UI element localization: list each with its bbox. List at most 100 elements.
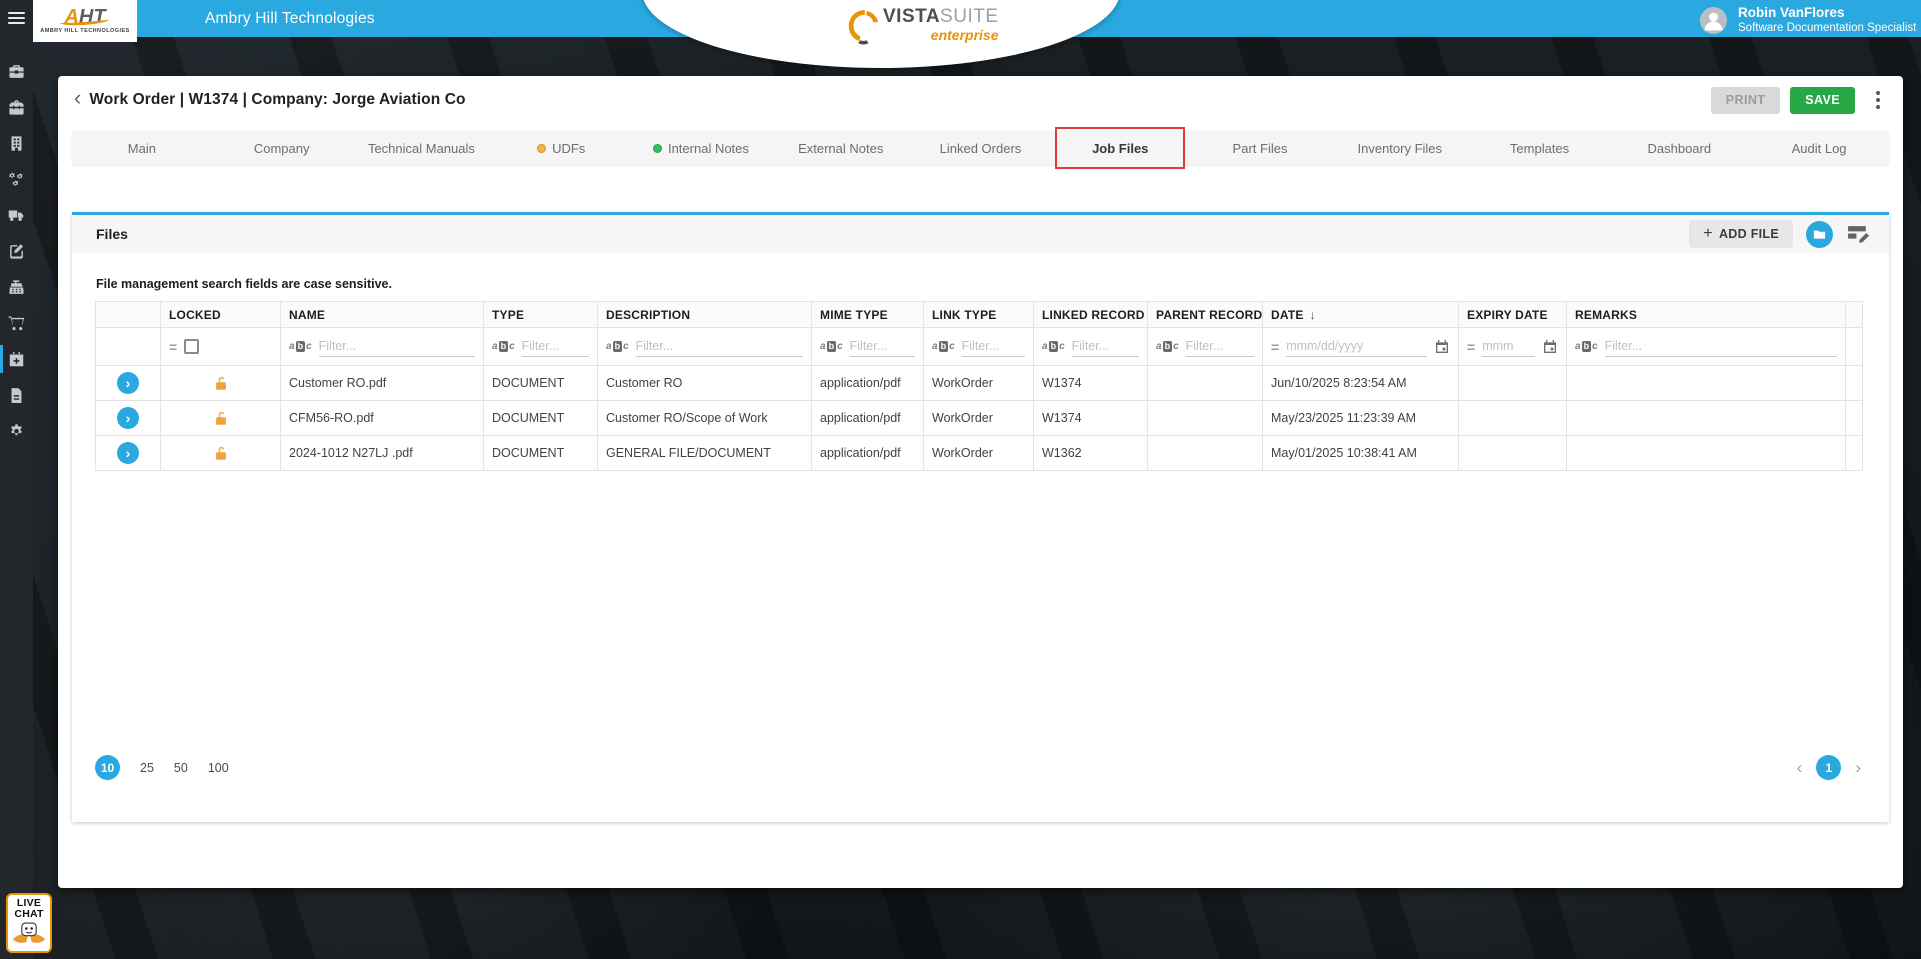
match-case-icon[interactable]: abc — [606, 341, 629, 352]
link-type-filter-input[interactable] — [962, 337, 1025, 357]
sidebar-item-briefcase[interactable] — [0, 53, 33, 89]
next-page-icon[interactable]: › — [1855, 755, 1861, 780]
save-button[interactable]: SAVE — [1790, 87, 1855, 114]
col-remarks[interactable]: REMARKS — [1567, 302, 1846, 328]
tab-main[interactable]: Main — [72, 131, 212, 165]
mime-type-filter-input[interactable] — [850, 337, 915, 357]
tab-technical-manuals[interactable]: Technical Manuals — [352, 131, 492, 165]
sidebar-item-cogs[interactable] — [0, 161, 33, 197]
back-chevron-icon[interactable]: ‹ — [72, 88, 89, 112]
user-role: Software Documentation Specialist — [1738, 21, 1916, 35]
sidebar-item-toolbox[interactable] — [0, 89, 33, 125]
col-type[interactable]: TYPE — [484, 302, 598, 328]
sidebar-item-edit-note[interactable] — [0, 233, 33, 269]
tab-job-files[interactable]: Job Files — [1050, 131, 1190, 165]
grid-filter-row: = abc abc abc abc abc abc abc = = abc — [96, 328, 1863, 366]
tab-audit-log[interactable]: Audit Log — [1749, 131, 1889, 165]
remarks-filter-input[interactable] — [1605, 337, 1837, 357]
col-parent-record[interactable]: PARENT RECORD — [1148, 302, 1263, 328]
col-expiry-date[interactable]: EXPIRY DATE — [1459, 302, 1567, 328]
equals-operator-icon[interactable]: = — [169, 339, 177, 355]
truck-icon — [8, 207, 25, 224]
unlocked-padlock-icon[interactable] — [212, 374, 230, 392]
sidebar-item-cash-register[interactable] — [0, 269, 33, 305]
locked-filter-checkbox[interactable] — [184, 339, 199, 354]
expiry-date-filter-input[interactable] — [1482, 337, 1535, 357]
current-page[interactable]: 1 — [1816, 755, 1841, 780]
col-description[interactable]: DESCRIPTION — [598, 302, 812, 328]
unlocked-padlock-icon[interactable] — [212, 409, 230, 427]
files-section-title: Files — [96, 226, 128, 242]
grid-header-row: LOCKED NAME TYPE DESCRIPTION MIME TYPE L… — [96, 302, 1863, 328]
shopping-cart-icon — [8, 315, 25, 332]
page-size-100[interactable]: 100 — [208, 761, 229, 775]
type-filter-input[interactable] — [522, 337, 589, 357]
folder-view-button[interactable] — [1806, 221, 1833, 248]
calendar-picker-icon[interactable] — [1542, 339, 1558, 355]
col-locked[interactable]: LOCKED — [161, 302, 281, 328]
unlocked-padlock-icon[interactable] — [212, 444, 230, 462]
sidebar-item-building[interactable] — [0, 125, 33, 161]
tab-external-notes[interactable]: External Notes — [771, 131, 911, 165]
tab-udfs[interactable]: UDFs — [491, 131, 631, 165]
sidebar-item-document[interactable] — [0, 377, 33, 413]
sidebar-item-calendar-plus[interactable] — [0, 341, 33, 377]
match-case-icon[interactable]: abc — [1042, 341, 1065, 352]
match-case-icon[interactable]: abc — [1156, 341, 1179, 352]
equals-operator-icon[interactable]: = — [1467, 339, 1475, 355]
tab-templates[interactable]: Templates — [1470, 131, 1610, 165]
expand-row-button[interactable]: › — [117, 407, 139, 429]
prev-page-icon[interactable]: ‹ — [1797, 755, 1803, 780]
page-size-25[interactable]: 25 — [140, 761, 154, 775]
folder-icon — [1812, 227, 1827, 242]
description-filter-input[interactable] — [636, 337, 803, 357]
page-size-selector: 10 25 50 100 — [95, 755, 229, 780]
cogs-icon — [8, 171, 25, 188]
user-avatar-icon — [1700, 7, 1727, 34]
parent-record-filter-input[interactable] — [1186, 337, 1254, 357]
enterprise-wordmark: enterprise — [931, 27, 999, 43]
page-size-10[interactable]: 10 — [95, 755, 120, 780]
match-case-icon[interactable]: abc — [289, 341, 312, 352]
name-filter-input[interactable] — [319, 337, 475, 357]
col-link-type[interactable]: LINK TYPE — [924, 302, 1034, 328]
match-case-icon[interactable]: abc — [932, 341, 955, 352]
sidebar-item-truck[interactable] — [0, 197, 33, 233]
match-case-icon[interactable]: abc — [820, 341, 843, 352]
col-expander — [96, 302, 161, 328]
grid-edit-button[interactable] — [1846, 222, 1871, 247]
aht-logo[interactable]: AHT AMBRY HILL TECHNOLOGIES — [33, 0, 137, 42]
tab-dashboard[interactable]: Dashboard — [1609, 131, 1749, 165]
tab-company[interactable]: Company — [212, 131, 352, 165]
page-size-50[interactable]: 50 — [174, 761, 188, 775]
case-sensitive-note: File management search fields are case s… — [96, 277, 392, 291]
add-file-button[interactable]: + ADD FILE — [1689, 220, 1793, 248]
tab-linked-orders[interactable]: Linked Orders — [911, 131, 1051, 165]
print-button[interactable]: PRINT — [1711, 87, 1781, 114]
cash-register-icon — [8, 279, 25, 296]
linked-record-filter-input[interactable] — [1072, 337, 1139, 357]
hamburger-menu-icon[interactable] — [8, 12, 25, 27]
date-filter-input[interactable] — [1286, 337, 1427, 357]
record-title-bar: ‹ Work Order | W1374 | Company: Jorge Av… — [58, 76, 1903, 124]
calendar-picker-icon[interactable] — [1434, 339, 1450, 355]
kebab-menu-icon[interactable] — [1869, 89, 1887, 111]
expand-row-button[interactable]: › — [117, 442, 139, 464]
col-date[interactable]: DATE↓ — [1263, 302, 1459, 328]
col-mime-type[interactable]: MIME TYPE — [812, 302, 924, 328]
work-order-panel: ‹ Work Order | W1374 | Company: Jorge Av… — [58, 76, 1903, 888]
sidebar-item-settings[interactable] — [0, 413, 33, 449]
match-case-icon[interactable]: abc — [1575, 341, 1598, 352]
equals-operator-icon[interactable]: = — [1271, 339, 1279, 355]
expand-row-button[interactable]: › — [117, 372, 139, 394]
sidebar-item-shopping-cart[interactable] — [0, 305, 33, 341]
files-card-header: Files + ADD FILE — [72, 215, 1889, 253]
tab-inventory-files[interactable]: Inventory Files — [1330, 131, 1470, 165]
live-chat-button[interactable]: LIVE CHAT — [6, 893, 52, 953]
user-menu[interactable]: Robin VanFlores Software Documentation S… — [1700, 0, 1916, 40]
col-linked-record[interactable]: LINKED RECORD — [1034, 302, 1148, 328]
tab-internal-notes[interactable]: Internal Notes — [631, 131, 771, 165]
tab-part-files[interactable]: Part Files — [1190, 131, 1330, 165]
col-name[interactable]: NAME — [281, 302, 484, 328]
match-case-icon[interactable]: abc — [492, 341, 515, 352]
